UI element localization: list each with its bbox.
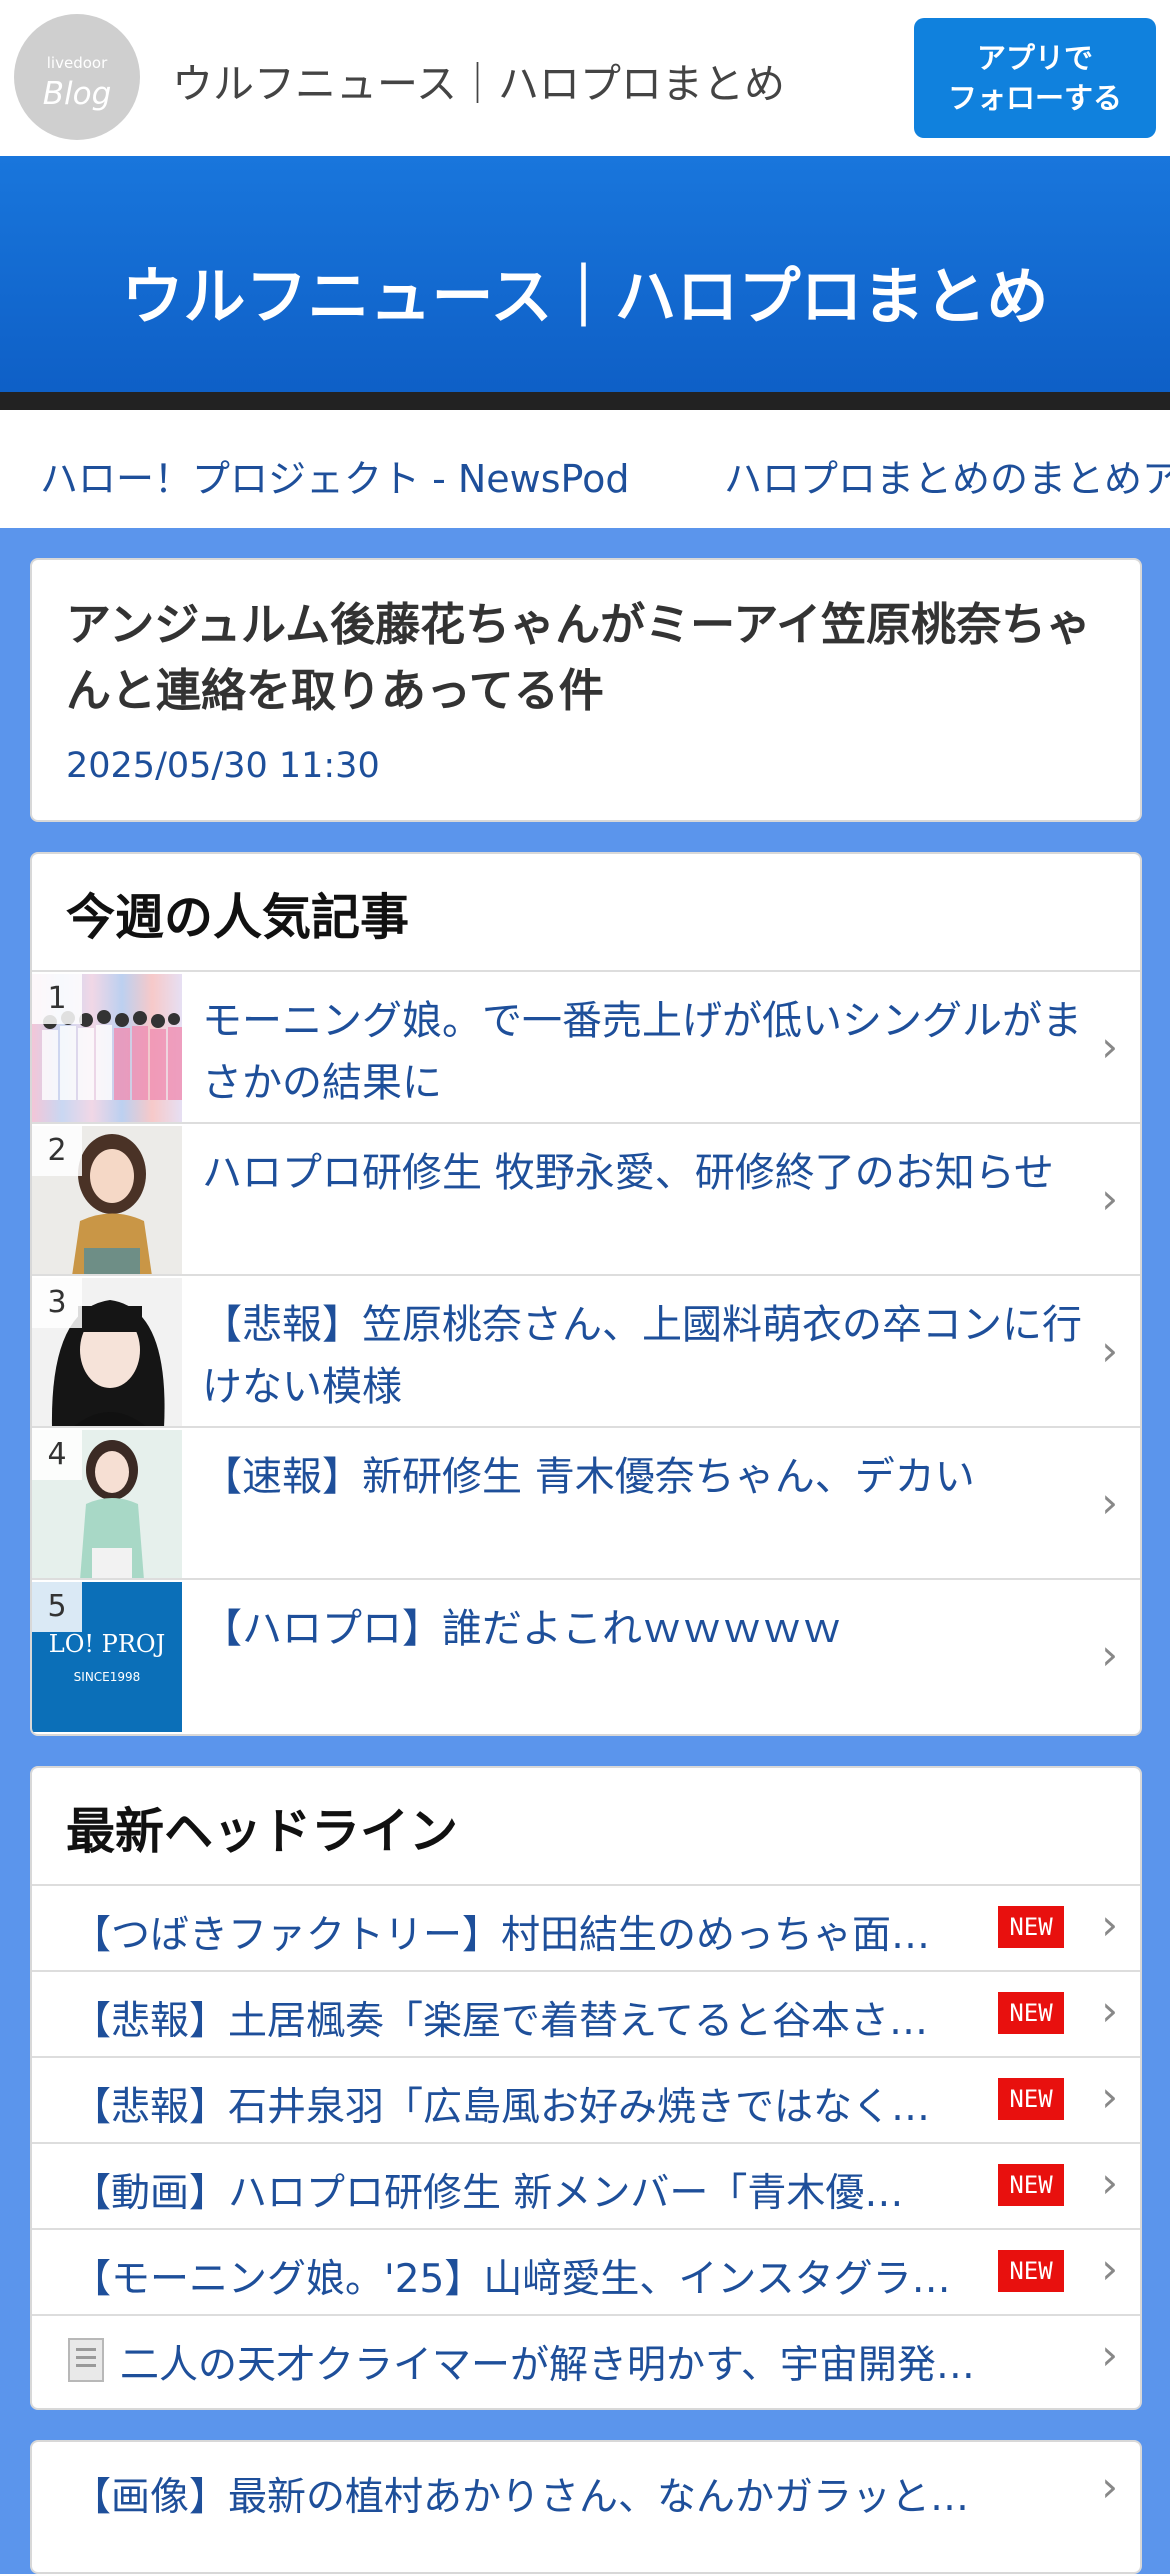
blog-header-banner[interactable]: ウルフニュース｜ハロプロまとめ [0,156,1170,396]
latest-headlines-card: 最新ヘッドライン 【つばきファクトリー】村田結生のめっちゃ面… NEW › 【悲… [30,1766,1142,2410]
headline-title[interactable]: 二人の天才クライマーが解き明かす、宇宙開発… [120,2334,1080,2390]
article-thumbnail: 2 [32,1126,182,1276]
related-link-matome[interactable]: ハロプロまとめのまとめア [724,448,1170,503]
headline-item[interactable]: 【動画】ハロプロ研修生 新メンバー「青木優… NEW › [32,2142,1140,2230]
article-date: 2025/05/30 11:30 [66,746,380,786]
popular-item-title[interactable]: 【ハロプロ】誰だよこれｗｗｗｗｗ [202,1598,1102,1660]
article-thumbnail: 1 [32,974,182,1124]
popular-item[interactable]: 4 【速報】新研修生 青木優奈ちゃん、デカい › [32,1426,1140,1580]
chevron-right-icon: › [1101,2462,1118,2511]
rank-number: 3 [32,1278,82,1328]
chevron-right-icon: › [1101,2072,1118,2121]
logo-big-text: Blog [42,76,112,112]
headline-item[interactable]: 二人の天才クライマーが解き明かす、宇宙開発… › [32,2314,1140,2402]
popular-item[interactable]: 1 モーニング娘。で一番売上げが低いシングルがまさかの結果に › [32,970,1140,1124]
chevron-right-icon: › [1101,2330,1118,2379]
chevron-right-icon: › [1101,1478,1118,1527]
chevron-right-icon: › [1101,1986,1118,2035]
popular-heading: 今週の人気記事 [66,889,410,946]
logo-small-text: livedoor [46,54,108,72]
chevron-right-icon: › [1101,2244,1118,2293]
headline-title[interactable]: 【画像】最新の植村あかりさん、なんかガラッと… [72,2466,992,2522]
headline-title[interactable]: 【悲報】土居楓奏「楽屋で着替えてると谷本さ… [72,1990,992,2046]
article-thumbnail: 3 [32,1278,182,1428]
article-thumbnail: 4 [32,1430,182,1580]
follow-button-line2: フォローする [947,81,1122,115]
banner-divider [0,392,1170,410]
follow-button-line1: アプリで [976,41,1093,75]
chevron-right-icon: › [1101,1174,1118,1223]
related-links-strip: ハロー！プロジェクト - NewsPod ハロプロまとめのまとめア [0,410,1170,528]
chevron-right-icon: › [1101,1326,1118,1375]
top-bar: livedoor Blog ウルフニュース｜ハロプロまとめ アプリで フォローす… [0,0,1170,156]
headline-title[interactable]: 【つばきファクトリー】村田結生のめっちゃ面… [72,1904,992,1960]
new-badge: NEW [998,2078,1064,2120]
rank-number: 2 [32,1126,82,1176]
hello-project-since-text: SINCE1998 [73,1670,141,1684]
popular-item-title[interactable]: 【速報】新研修生 青木優奈ちゃん、デカい [202,1446,1102,1508]
headline-title[interactable]: 【動画】ハロプロ研修生 新メンバー「青木優… [72,2162,992,2218]
headline-item[interactable]: 【つばきファクトリー】村田結生のめっちゃ面… NEW › [32,1884,1140,1972]
article-card: アンジュルム後藤花ちゃんがミーアイ笠原桃奈ちゃんと連絡を取りあってる件 2025… [30,558,1142,822]
headline-item[interactable]: 【モーニング娘。'25】山﨑愛生、インスタグラ… NEW › [32,2228,1140,2316]
extra-headline-card: 【画像】最新の植村あかりさん、なんかガラッと… › [30,2440,1142,2574]
article-title: アンジュルム後藤花ちゃんがミーアイ笠原桃奈ちゃんと連絡を取りあってる件 [66,598,1092,717]
rank-number: 5 [32,1582,82,1632]
popular-item[interactable]: 3 【悲報】笠原桃奈さん、上國料萌衣の卒コンに行けない模様 › [32,1274,1140,1428]
chevron-right-icon: › [1101,1022,1118,1071]
headlines-heading: 最新ヘッドライン [66,1803,459,1860]
popular-item-title[interactable]: 【悲報】笠原桃奈さん、上國料萌衣の卒コンに行けない模様 [202,1294,1102,1418]
site-title[interactable]: ウルフニュース｜ハロプロまとめ [172,50,785,110]
headline-item[interactable]: 【画像】最新の植村あかりさん、なんかガラッと… › [32,2442,1140,2528]
rank-number: 4 [32,1430,82,1480]
document-icon [68,2338,104,2382]
follow-in-app-button[interactable]: アプリで フォローする [914,18,1156,138]
new-badge: NEW [998,1906,1064,1948]
popular-item[interactable]: 2 ハロプロ研修生 牧野永愛、研修終了のお知らせ › [32,1122,1140,1276]
popular-item-title[interactable]: ハロプロ研修生 牧野永愛、研修終了のお知らせ [202,1142,1102,1204]
related-link-newspod[interactable]: ハロー！プロジェクト - NewsPod [40,448,629,503]
headline-title[interactable]: 【悲報】石井泉羽「広島風お好み焼きではなく… [72,2076,992,2132]
headline-item[interactable]: 【悲報】石井泉羽「広島風お好み焼きではなく… NEW › [32,2056,1140,2144]
hello-project-logo-text: LO! PROJ [48,1630,166,1658]
new-badge: NEW [998,2250,1064,2292]
headline-title[interactable]: 【モーニング娘。'25】山﨑愛生、インスタグラ… [72,2248,992,2304]
popular-item[interactable]: LO! PROJ SINCE1998 5 【ハロプロ】誰だよこれｗｗｗｗｗ › [32,1578,1140,1732]
new-badge: NEW [998,1992,1064,2034]
popular-articles-card: 今週の人気記事 1 モーニング娘。で一番売上げが低いシングルがまさかの結果に ›… [30,852,1142,1736]
rank-number: 1 [32,974,82,1024]
headline-item[interactable]: 【悲報】土居楓奏「楽屋で着替えてると谷本さ… NEW › [32,1970,1140,2058]
chevron-right-icon: › [1101,1900,1118,1949]
new-badge: NEW [998,2164,1064,2206]
article-thumbnail: LO! PROJ SINCE1998 5 [32,1582,182,1732]
popular-item-title[interactable]: モーニング娘。で一番売上げが低いシングルがまさかの結果に [202,990,1102,1114]
livedoor-blog-logo[interactable]: livedoor Blog [14,14,140,140]
chevron-right-icon: › [1101,2158,1118,2207]
chevron-right-icon: › [1101,1630,1118,1679]
banner-title[interactable]: ウルフニュース｜ハロプロまとめ [0,246,1170,336]
